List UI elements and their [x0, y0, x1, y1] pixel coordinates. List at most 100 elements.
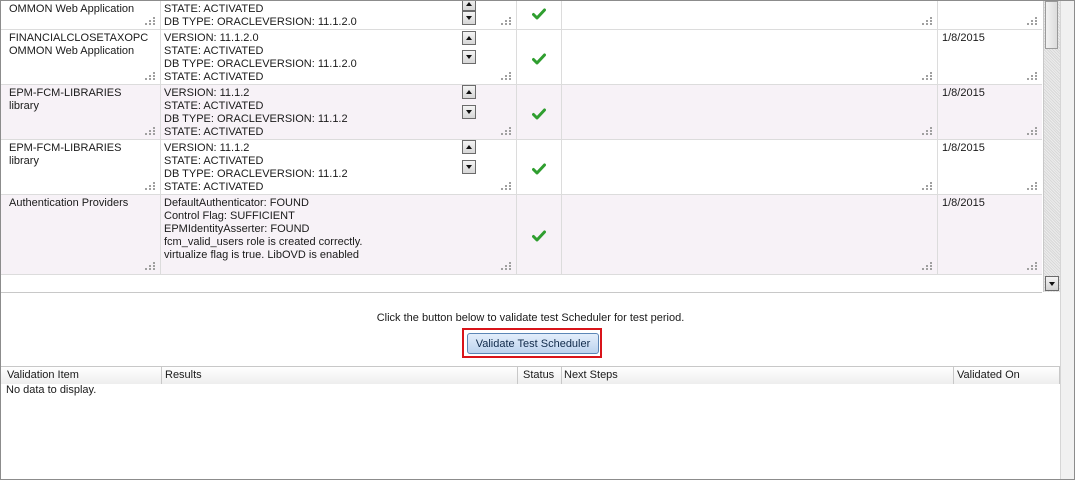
- check-icon: [532, 8, 546, 20]
- scroll-down-arrow-icon[interactable]: [462, 50, 476, 64]
- resize-grip-icon[interactable]: [145, 182, 156, 191]
- resize-grip-icon[interactable]: [922, 17, 933, 26]
- table-row: FINANCIALCLOSETAXOPC OMMON Web Applicatio…: [1, 30, 1042, 85]
- status-cell: [517, 1, 562, 29]
- table-row: EPM-FCM-LIBRARIES library VERSION: 11.1.2 S…: [1, 85, 1042, 140]
- results-cell: VERSION: 11.1.2 STATE: ACTIVATED DB TYPE: …: [161, 85, 517, 139]
- validation-item-cell: Authentication Providers: [1, 195, 161, 274]
- validated-on-cell: 1/8/2015: [938, 30, 1042, 84]
- resize-grip-icon[interactable]: [501, 127, 512, 136]
- table-header: Validation Item Results Status Next Step…: [1, 367, 1060, 385]
- column-validation-item[interactable]: Validation Item: [1, 367, 162, 384]
- column-status[interactable]: Status: [518, 367, 562, 384]
- scroll-up-arrow-icon[interactable]: [462, 140, 476, 154]
- resize-grip-icon[interactable]: [501, 72, 512, 81]
- validation-panel: OMMON Web Application STATE: ACTIVATED DB …: [0, 0, 1075, 480]
- resize-grip-icon[interactable]: [145, 17, 156, 26]
- check-icon: [532, 53, 546, 65]
- results-text: EPMIdentityAsserter: FOUND: [164, 223, 310, 235]
- resize-grip-icon[interactable]: [922, 72, 933, 81]
- resize-grip-icon[interactable]: [501, 262, 512, 271]
- validated-on-text: 1/8/2015: [942, 87, 985, 99]
- validation-item-text: FINANCIALCLOSETAXOPC: [9, 32, 149, 44]
- resize-grip-icon[interactable]: [1027, 127, 1038, 136]
- table-row: Authentication Providers DefaultAuthentic…: [1, 195, 1042, 275]
- validation-item-text: OMMON Web Application: [9, 45, 135, 57]
- scheduler-instruction: Click the button below to validate test …: [376, 312, 685, 324]
- resize-grip-icon[interactable]: [145, 127, 156, 136]
- validation-item-cell: OMMON Web Application: [1, 1, 161, 29]
- scroll-up-arrow-icon[interactable]: [462, 85, 476, 99]
- next-steps-cell: [562, 1, 938, 29]
- column-validated-on[interactable]: Validated On: [954, 367, 1060, 384]
- validation-item-text: EPM-FCM-LIBRARIES: [9, 87, 122, 99]
- table-row: OMMON Web Application STATE: ACTIVATED DB …: [1, 1, 1042, 30]
- page-vertical-scrollbar[interactable]: [1060, 1, 1074, 479]
- resize-grip-icon[interactable]: [1027, 72, 1038, 81]
- validation-item-text: EPM-FCM-LIBRARIES: [9, 142, 122, 154]
- check-icon: [532, 163, 546, 175]
- splitter-grip[interactable]: [885, 290, 899, 292]
- results-text: virtualize flag is true. LibOVD is enabl…: [164, 249, 360, 261]
- empty-table-message: No data to display.: [6, 384, 97, 396]
- scheduler-results-table: Validation Item Results Status Next Step…: [1, 366, 1060, 479]
- results-text: DefaultAuthenticator: FOUND: [164, 197, 309, 209]
- validation-item-cell: EPM-FCM-LIBRARIES library: [1, 85, 161, 139]
- validated-on-text: 1/8/2015: [942, 142, 985, 154]
- validated-on-cell: [938, 1, 1042, 29]
- validation-item-text: OMMON Web Application: [9, 3, 135, 15]
- results-cell: DefaultAuthenticator: FOUND Control Flag:…: [161, 195, 517, 274]
- resize-grip-icon[interactable]: [145, 72, 156, 81]
- resize-grip-icon[interactable]: [1027, 182, 1038, 191]
- resize-grip-icon[interactable]: [922, 127, 933, 136]
- results-text: Control Flag: SUFFICIENT: [164, 210, 295, 222]
- status-cell: [517, 195, 562, 274]
- scroll-down-arrow-icon[interactable]: [462, 11, 476, 25]
- scroll-up-arrow-icon[interactable]: [462, 1, 476, 11]
- next-steps-cell: [562, 85, 938, 139]
- next-steps-cell: [562, 140, 938, 194]
- scroll-down-arrow-icon[interactable]: [462, 105, 476, 119]
- validation-item-text: library: [9, 155, 39, 167]
- results-text: STATE: ACTIVATED: [164, 126, 264, 138]
- validated-on-cell: 1/8/2015: [938, 140, 1042, 194]
- results-cell: STATE: ACTIVATED DB TYPE: ORACLEVERSION: …: [161, 1, 517, 29]
- scroll-up-arrow-icon[interactable]: [462, 31, 476, 45]
- validated-on-cell: 1/8/2015: [938, 195, 1042, 274]
- resize-grip-icon[interactable]: [922, 262, 933, 271]
- results-text: fcm_valid_users role is created correctl…: [164, 236, 363, 248]
- results-text: STATE: ACTIVATED: [164, 181, 264, 193]
- grid-vertical-scrollbar[interactable]: [1043, 1, 1060, 292]
- column-next-steps[interactable]: Next Steps: [562, 367, 954, 384]
- table-row: EPM-FCM-LIBRARIES library VERSION: 11.1.2 S…: [1, 140, 1042, 195]
- check-icon: [532, 108, 546, 120]
- environment-validation-grid: OMMON Web Application STATE: ACTIVATED DB …: [1, 1, 1042, 293]
- next-steps-cell: [562, 30, 938, 84]
- scrollbar-thumb[interactable]: [1045, 1, 1058, 49]
- resize-grip-icon[interactable]: [1027, 17, 1038, 26]
- scroll-down-arrow-icon[interactable]: [1045, 276, 1059, 291]
- resize-grip-icon[interactable]: [145, 262, 156, 271]
- next-steps-cell: [562, 195, 938, 274]
- status-cell: [517, 30, 562, 84]
- resize-grip-icon[interactable]: [1027, 262, 1038, 271]
- validation-item-text: library: [9, 100, 39, 112]
- validation-item-cell: EPM-FCM-LIBRARIES library: [1, 140, 161, 194]
- scroll-down-arrow-icon[interactable]: [462, 160, 476, 174]
- column-results[interactable]: Results: [162, 367, 518, 384]
- resize-grip-icon[interactable]: [501, 17, 512, 26]
- table-body: [1, 384, 1060, 479]
- validated-on-cell: 1/8/2015: [938, 85, 1042, 139]
- resize-grip-icon[interactable]: [501, 182, 512, 191]
- validate-test-scheduler-button[interactable]: Validate Test Scheduler: [467, 333, 599, 354]
- validation-item-text: Authentication Providers: [9, 197, 129, 209]
- validation-item-cell: FINANCIALCLOSETAXOPC OMMON Web Applicatio…: [1, 30, 161, 84]
- status-cell: [517, 85, 562, 139]
- results-cell: VERSION: 11.1.2 STATE: ACTIVATED DB TYPE: …: [161, 140, 517, 194]
- resize-grip-icon[interactable]: [922, 182, 933, 191]
- results-cell: VERSION: 11.1.2.0 STATE: ACTIVATED DB TYPE…: [161, 30, 517, 84]
- results-text: STATE: ACTIVATED: [164, 71, 264, 83]
- validated-on-text: 1/8/2015: [942, 197, 985, 209]
- validated-on-text: 1/8/2015: [942, 32, 985, 44]
- check-icon: [532, 230, 546, 242]
